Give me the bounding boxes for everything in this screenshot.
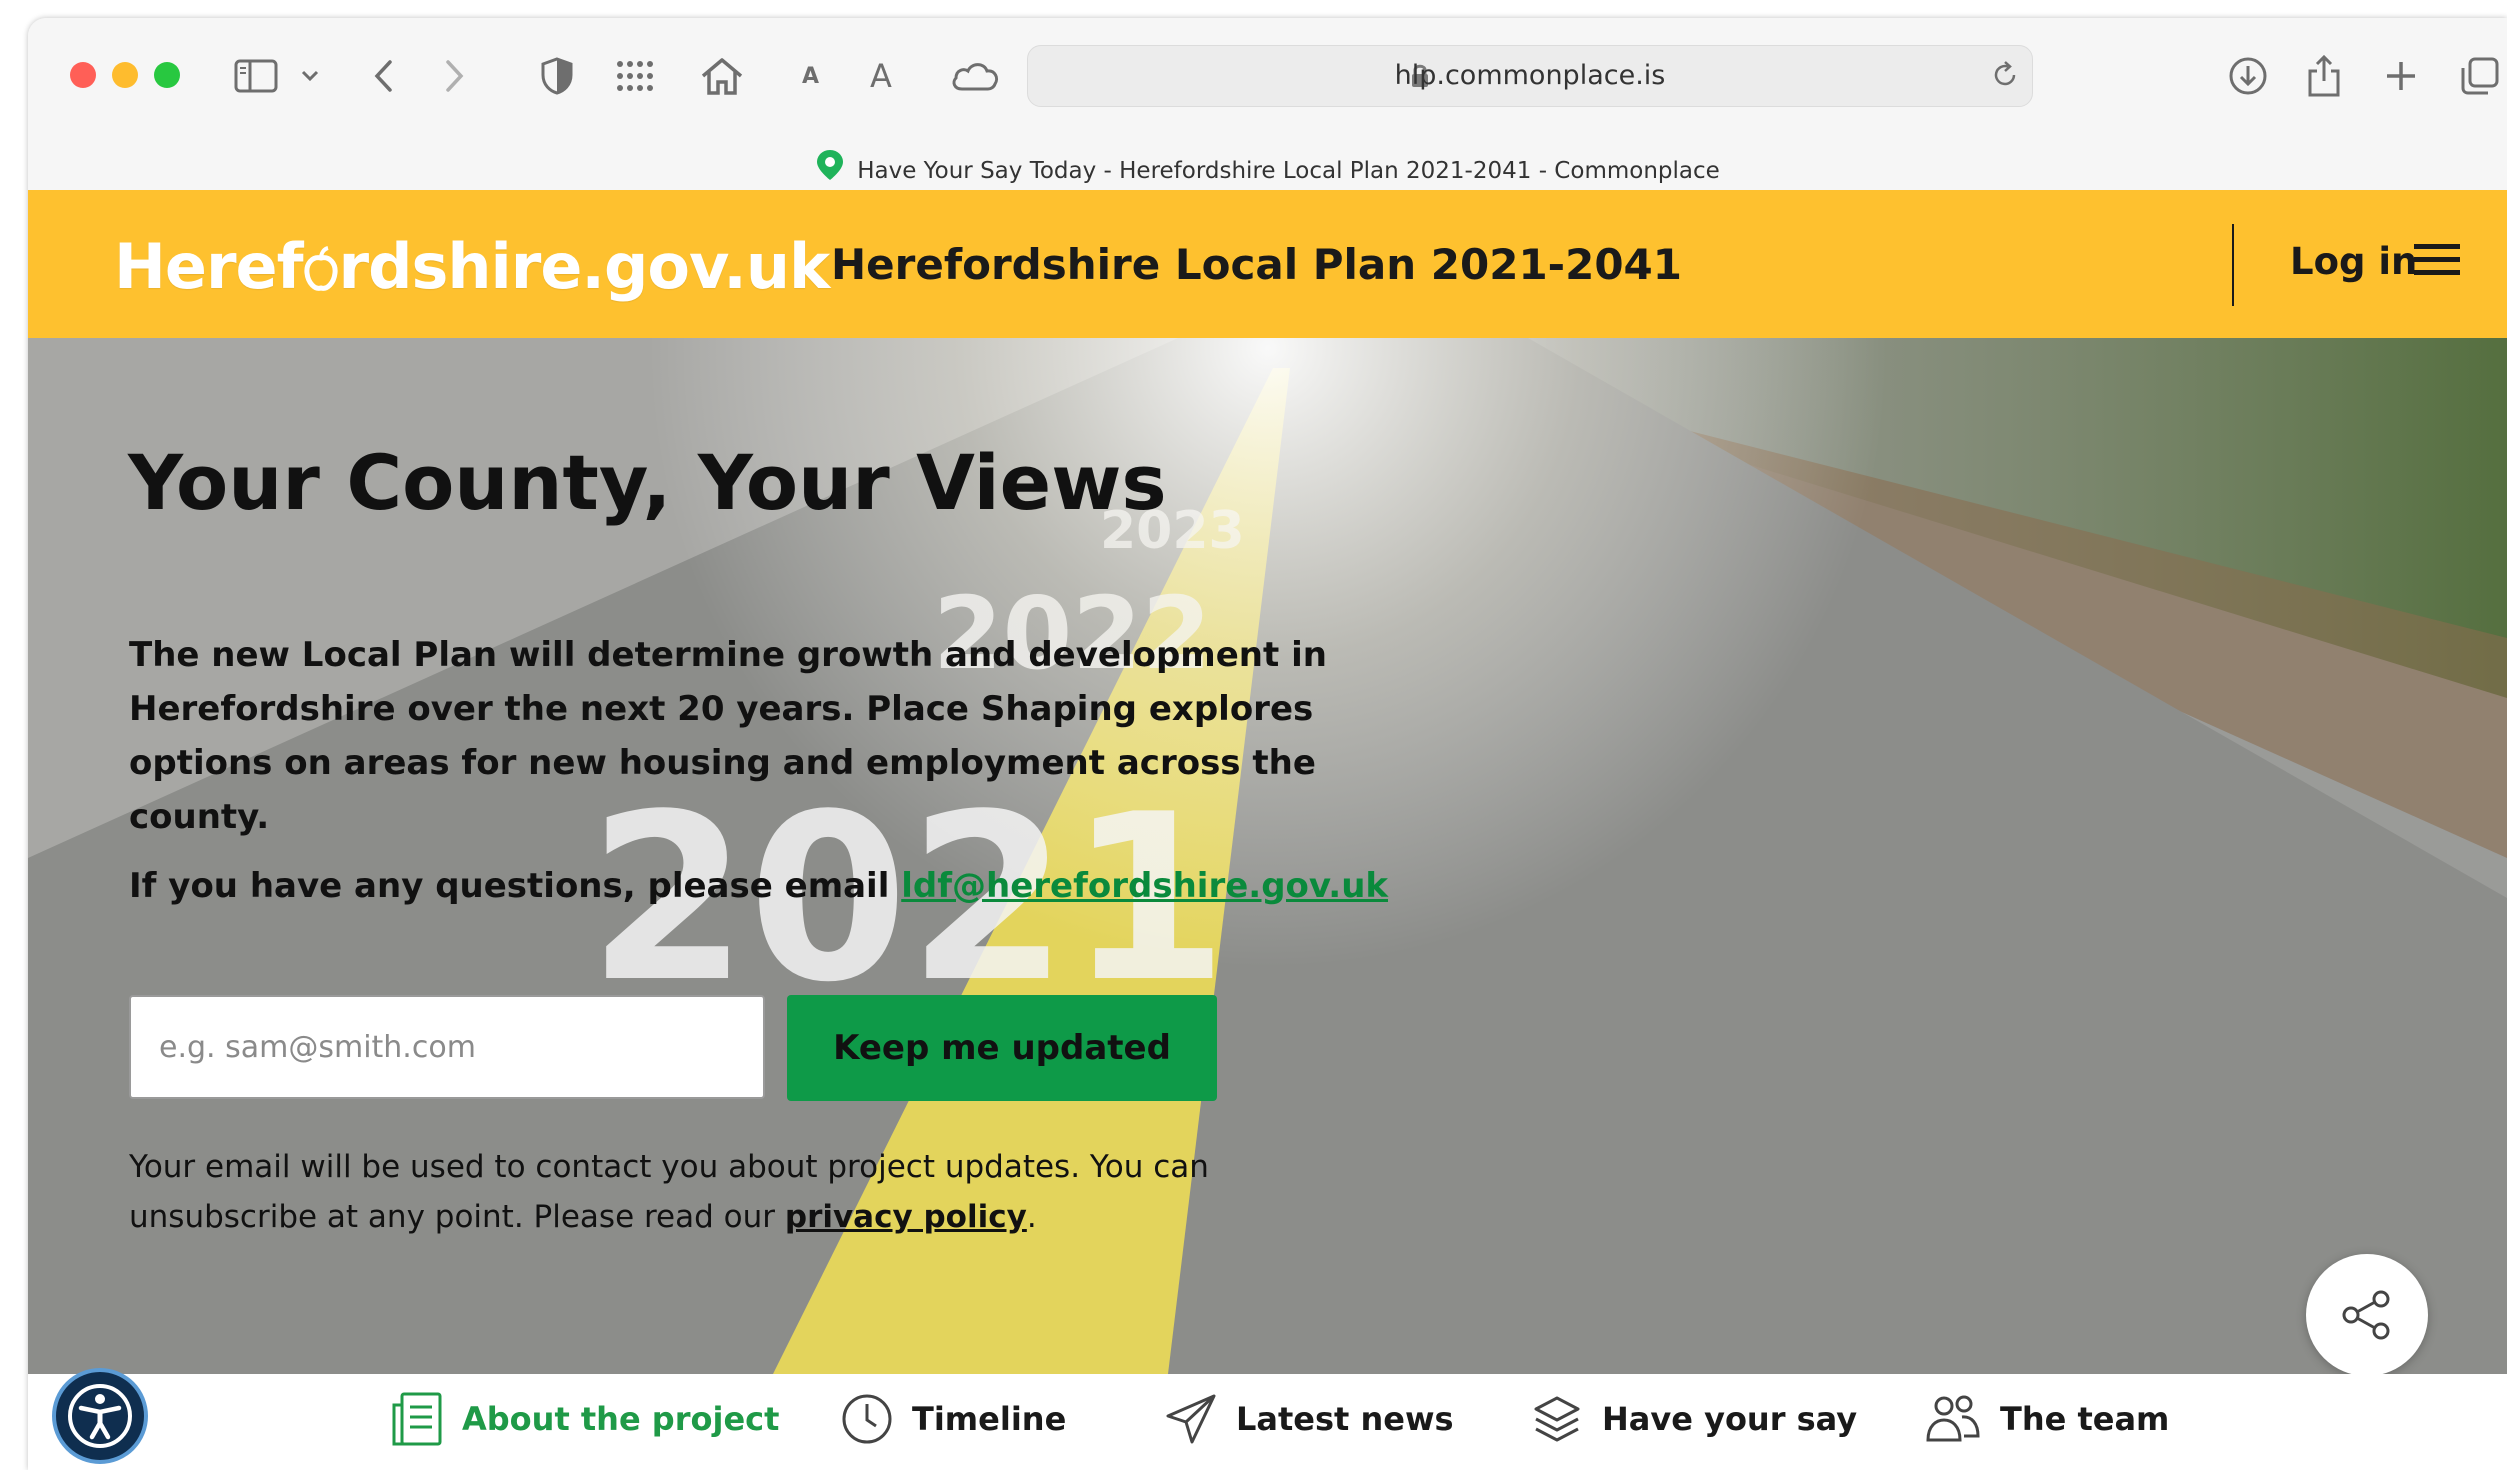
grid-icon[interactable]: [616, 54, 656, 98]
herefordshire-logo[interactable]: Heref rdshire.gov.uk: [114, 230, 831, 307]
hero-description: The new Local Plan will determine growth…: [129, 635, 1327, 837]
contact-email-link[interactable]: ldf@herefordshire.gov.uk: [901, 866, 1388, 906]
share-button[interactable]: [2306, 1254, 2428, 1374]
contact-question-text: If you have any questions, please email: [129, 866, 902, 906]
tab-title-text: Have Your Say Today - Herefordshire Loca…: [857, 158, 1720, 184]
close-window-button[interactable]: [70, 62, 96, 88]
sidebar-icon[interactable]: [234, 54, 278, 98]
nav-label: The team: [2000, 1400, 2170, 1438]
email-input[interactable]: [129, 995, 765, 1099]
browser-window: A A hlp.commonplace.is Have Your Say Tod…: [28, 18, 2507, 1470]
forward-icon[interactable]: [442, 54, 466, 98]
hamburger-menu-icon[interactable]: [2414, 242, 2460, 282]
address-bar[interactable]: hlp.commonplace.is: [1027, 45, 2033, 107]
nav-label: Latest news: [1236, 1400, 1454, 1438]
browser-toolbar: A A hlp.commonplace.is Have Your Say Tod…: [28, 18, 2507, 184]
privacy-notice-suffix: .: [1026, 1199, 1037, 1235]
hero-title: Your County, Your Views: [128, 438, 1167, 527]
nav-label: Timeline: [912, 1400, 1067, 1438]
people-icon: [1926, 1395, 1980, 1442]
shield-icon[interactable]: [540, 54, 574, 98]
new-tab-icon[interactable]: [2384, 54, 2418, 98]
contact-question: If you have any questions, please email …: [129, 866, 1388, 906]
download-icon[interactable]: [2228, 54, 2268, 98]
nav-label: Have your say: [1602, 1400, 1858, 1438]
paper-plane-icon: [1166, 1394, 1216, 1444]
increase-text-icon[interactable]: A: [870, 54, 892, 98]
zoom-window-button[interactable]: [154, 62, 180, 88]
login-link[interactable]: Log in: [2290, 240, 2417, 283]
decrease-text-icon[interactable]: A: [802, 54, 819, 98]
apple-o-icon: [303, 234, 339, 307]
nav-label: About the project: [462, 1400, 780, 1438]
nav-latest-news[interactable]: Latest news: [1164, 1384, 1454, 1454]
nav-timeline[interactable]: Timeline: [840, 1384, 1066, 1454]
layers-icon: [1534, 1396, 1580, 1442]
tab-overview-icon[interactable]: [2460, 54, 2500, 98]
hero-section: 2023 2022 2021 Your County, Your Views T…: [28, 338, 2507, 1374]
site-header: Heref rdshire.gov.uk Herefordshire Local …: [28, 190, 2507, 338]
site-title[interactable]: Herefordshire Local Plan 2021-2041: [831, 240, 1682, 289]
reload-icon[interactable]: [1990, 60, 2020, 94]
document-icon: [392, 1392, 442, 1446]
project-nav: About the project Timeline Latest news H…: [28, 1368, 2507, 1470]
share-page-icon[interactable]: [2306, 54, 2342, 98]
privacy-policy-link[interactable]: privacy policy: [785, 1199, 1027, 1235]
nav-the-team[interactable]: The team: [1924, 1384, 2169, 1454]
logo-text-left: Heref: [114, 230, 304, 303]
cloud-icon[interactable]: [950, 54, 1000, 98]
tab-title: Have Your Say Today - Herefordshire Loca…: [28, 148, 2507, 188]
clock-icon: [842, 1394, 892, 1444]
privacy-notice: Your email will be used to contact you a…: [129, 1142, 1229, 1242]
logo-text-right: rdshire.gov.uk: [338, 230, 831, 303]
commonplace-pin-icon: [815, 148, 845, 195]
url-text: hlp.commonplace.is: [1394, 60, 1666, 91]
back-icon[interactable]: [372, 54, 396, 98]
accessibility-icon: [68, 1384, 132, 1448]
chevron-down-icon[interactable]: [300, 54, 320, 98]
nav-have-your-say[interactable]: Have your say: [1530, 1384, 1857, 1454]
minimize-window-button[interactable]: [112, 62, 138, 88]
share-icon: [2342, 1290, 2390, 1340]
accessibility-button[interactable]: [52, 1368, 148, 1464]
privacy-notice-text: Your email will be used to contact you a…: [129, 1149, 1209, 1235]
home-icon[interactable]: [700, 54, 744, 98]
nav-about-the-project[interactable]: About the project: [390, 1384, 779, 1454]
keep-me-updated-button[interactable]: Keep me updated: [787, 995, 1217, 1101]
header-divider: [2232, 224, 2234, 306]
